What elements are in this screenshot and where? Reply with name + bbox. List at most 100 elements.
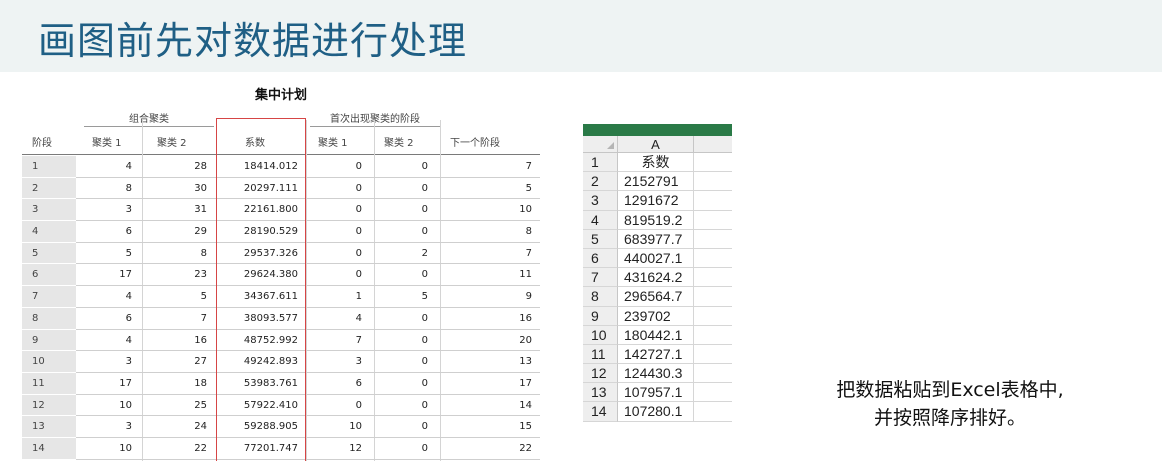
group-underline	[84, 126, 214, 127]
table-cell: 0	[355, 247, 362, 259]
table-cell: 30	[194, 182, 207, 194]
excel-cell[interactable]: 系数	[618, 153, 694, 173]
excel-cell[interactable]: 1291672	[618, 191, 694, 211]
row-number[interactable]: 5	[583, 229, 618, 249]
row-number[interactable]: 1	[583, 153, 618, 173]
excel-cell[interactable]: 2152791	[618, 172, 694, 192]
excel-cell[interactable]	[694, 249, 732, 269]
excel-ribbon	[583, 124, 732, 136]
excel-row: 1 系数	[583, 153, 732, 173]
excel-cell[interactable]	[694, 364, 732, 384]
row-number[interactable]: 12	[583, 364, 618, 384]
corner-triangle-icon	[607, 142, 614, 149]
excel-cell[interactable]: 296564.7	[618, 287, 694, 307]
table-cell: 3	[355, 356, 362, 368]
table-cell: 14	[519, 399, 532, 411]
stage-cell: 11	[22, 372, 76, 395]
table-cell: 8	[200, 247, 207, 259]
excel-cell[interactable]: 431624.2	[618, 268, 694, 288]
table-cell: 0	[355, 399, 362, 411]
excel-cell[interactable]: 819519.2	[618, 210, 694, 230]
row-number[interactable]: 4	[583, 210, 618, 230]
row-number[interactable]: 8	[583, 287, 618, 307]
coefficient-highlight-box	[216, 118, 306, 461]
row-number[interactable]: 2	[583, 172, 618, 192]
table-cell: 15	[519, 421, 532, 433]
stage-cell: 1	[22, 156, 76, 178]
excel-cell[interactable]	[694, 191, 732, 211]
excel-cell[interactable]	[694, 326, 732, 345]
stage-cell: 4	[22, 221, 76, 243]
table-cell: 17	[119, 377, 132, 389]
caption: 把数据粘贴到Excel表格中, 并按照降序排好。	[760, 376, 1140, 432]
excel-cell[interactable]: 683977.7	[618, 229, 694, 249]
excel-row: 2 2152791	[583, 172, 732, 192]
excel-row: 14 107280.1	[583, 402, 732, 422]
excel-cell[interactable]	[694, 307, 732, 326]
excel-cell[interactable]	[694, 287, 732, 307]
excel-row: 3 1291672	[583, 191, 732, 211]
excel-cell[interactable]	[694, 172, 732, 192]
row-number[interactable]: 9	[583, 306, 618, 326]
table-title: 集中计划	[254, 88, 307, 103]
excel-row: 4 819519.2	[583, 210, 732, 230]
excel-cell[interactable]: 107280.1	[618, 402, 694, 422]
row-number[interactable]: 6	[583, 248, 618, 269]
table-cell: 16	[519, 312, 532, 324]
stage-cell: 7	[22, 286, 76, 308]
table-cell: 5	[525, 182, 532, 194]
agglomeration-schedule-table: 集中计划 组合聚类 首次出现聚类的阶段 阶段 聚类 1 聚类 2 系数 聚类 1…	[22, 72, 540, 461]
excel-cell[interactable]	[694, 153, 732, 173]
stage-cell: 9	[22, 329, 76, 352]
excel-row: 11 142727.1	[583, 344, 732, 365]
stage-cell: 8	[22, 307, 76, 330]
table-cell: 6	[355, 377, 362, 389]
table-cell: 0	[421, 269, 428, 281]
excel-cell[interactable]: 124430.3	[618, 364, 694, 384]
excel-cell[interactable]: 440027.1	[618, 248, 694, 269]
row-number[interactable]: 11	[583, 344, 618, 365]
excel-cell[interactable]	[694, 211, 732, 230]
excel-cell[interactable]	[694, 345, 732, 365]
table-cell: 0	[355, 269, 362, 281]
table-cell: 0	[355, 204, 362, 216]
table-cell: 17	[119, 269, 132, 281]
row-number[interactable]: 7	[583, 268, 618, 288]
excel-cell[interactable]: 107957.1	[618, 383, 694, 403]
row-number[interactable]: 13	[583, 383, 618, 403]
excel-cell[interactable]: 180442.1	[618, 325, 694, 345]
excel-rows: 1 系数 2 2152791 3 1291672 4 819519.2 5 683977.7 6 44…	[583, 153, 732, 422]
table-cell: 31	[194, 204, 207, 216]
excel-cell[interactable]	[694, 268, 732, 288]
excel-row: 12 124430.3	[583, 364, 732, 384]
column-header-a[interactable]: A	[618, 136, 694, 153]
table-cell: 8	[525, 226, 532, 238]
excel-cell[interactable]: 142727.1	[618, 344, 694, 365]
row-number[interactable]: 10	[583, 325, 618, 345]
table-cell: 9	[525, 291, 532, 303]
table-cell: 7	[355, 334, 362, 346]
table-cell: 13	[519, 356, 532, 368]
table-cell: 6	[125, 312, 132, 324]
excel-row: 7 431624.2	[583, 268, 732, 288]
table-cell: 27	[194, 356, 207, 368]
group-underline	[310, 126, 440, 127]
excel-row: 13 107957.1	[583, 383, 732, 403]
excel-cell[interactable]: 239702	[618, 306, 694, 326]
column-header-b[interactable]	[694, 136, 732, 153]
table-cell: 0	[421, 356, 428, 368]
stage-cell: 12	[22, 394, 76, 417]
excel-cell[interactable]	[694, 383, 732, 403]
select-all-corner[interactable]	[583, 136, 618, 153]
table-cell: 3	[125, 204, 132, 216]
table-cell: 8	[125, 182, 132, 194]
excel-cell[interactable]	[694, 230, 732, 249]
row-number[interactable]: 3	[583, 191, 618, 211]
table-cell: 0	[421, 377, 428, 389]
table-cell: 5	[125, 247, 132, 259]
excel-cell[interactable]	[694, 402, 732, 422]
row-number[interactable]: 14	[583, 402, 618, 422]
column-header: 聚类 1	[318, 138, 348, 149]
table-cell: 7	[200, 312, 207, 324]
table-cell: 7	[525, 247, 532, 259]
